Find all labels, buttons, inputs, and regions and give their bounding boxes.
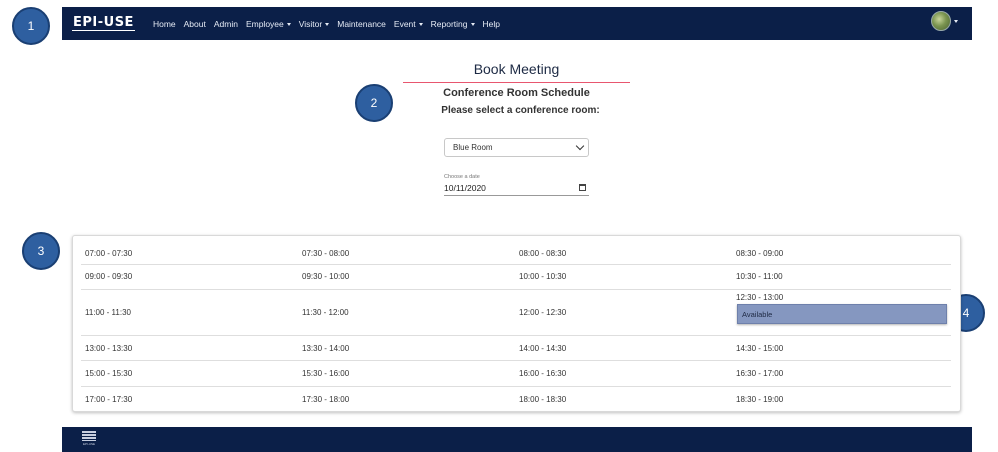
caret-down-icon [325, 22, 330, 26]
time-slot[interactable]: 12:00 - 12:30 [519, 308, 566, 317]
nav-item-maintenance[interactable]: Maintenance [337, 19, 386, 29]
user-avatar-icon[interactable] [931, 11, 951, 31]
table-row: 07:00 - 07:30 07:30 - 08:00 08:00 - 08:3… [81, 240, 951, 265]
time-slot[interactable]: 11:00 - 11:30 [85, 308, 131, 317]
time-slot[interactable]: 09:00 - 09:30 [85, 272, 132, 281]
page-title: Book Meeting [473, 61, 560, 77]
time-slot[interactable]: 14:30 - 15:00 [736, 344, 783, 353]
caret-down-icon [470, 22, 475, 26]
nav-item-event[interactable]: Event [394, 19, 423, 29]
time-slot[interactable]: 08:00 - 08:30 [519, 249, 566, 258]
table-row: 13:00 - 13:30 13:30 - 14:00 14:00 - 14:3… [81, 336, 951, 361]
time-slot[interactable]: 16:00 - 16:30 [519, 369, 566, 378]
time-slot[interactable]: 15:30 - 16:00 [302, 369, 349, 378]
caret-down-icon [286, 22, 291, 26]
nav-item-about[interactable]: About [184, 19, 206, 29]
availability-label: Available [742, 309, 773, 319]
schedule-table: 07:00 - 07:30 07:30 - 08:00 08:00 - 08:3… [72, 235, 961, 412]
time-slot[interactable]: 17:00 - 17:30 [85, 395, 132, 404]
time-slot[interactable]: 13:00 - 13:30 [85, 344, 132, 353]
time-slot[interactable]: 08:30 - 09:00 [736, 249, 783, 258]
footer-logo-text: EPI-USE [83, 442, 96, 446]
caret-down-icon [954, 19, 958, 23]
table-row: 15:00 - 15:30 15:30 - 16:00 16:00 - 16:3… [81, 361, 951, 387]
time-slot[interactable]: 17:30 - 18:00 [302, 395, 349, 404]
time-slot[interactable]: 07:00 - 07:30 [85, 249, 132, 258]
time-slot[interactable]: 15:00 - 15:30 [85, 369, 132, 378]
time-slot[interactable]: 10:30 - 11:00 [736, 272, 783, 281]
time-slot[interactable]: 18:30 - 19:00 [736, 395, 783, 404]
time-slot[interactable]: 09:30 - 10:00 [302, 272, 349, 281]
page-footer: EPI-USE [62, 427, 972, 452]
time-slot[interactable]: 18:00 - 18:30 [519, 395, 566, 404]
schedule-subtitle: Conference Room Schedule [443, 87, 590, 99]
caret-down-icon [418, 22, 423, 26]
time-slot[interactable]: 13:30 - 14:00 [302, 344, 349, 353]
table-row: 09:00 - 09:30 09:30 - 10:00 10:00 - 10:3… [81, 265, 951, 290]
table-row: 17:00 - 17:30 17:30 - 18:00 18:00 - 18:3… [81, 387, 951, 412]
top-navbar: EPI-USE Home About Admin Employee Visito… [62, 7, 972, 40]
app-page: EPI-USE Home About Admin Employee Visito… [0, 0, 998, 452]
annotation-badge-2: 2 [355, 84, 393, 122]
time-slot-active[interactable]: 12:30 - 13:00 [736, 293, 783, 302]
title-divider [403, 82, 630, 83]
chevron-down-icon [575, 141, 585, 151]
nav-item-reporting[interactable]: Reporting [431, 19, 475, 29]
table-row: 11:00 - 11:30 11:30 - 12:00 12:00 - 12:3… [81, 290, 951, 336]
date-value: 10/11/2020 [444, 183, 486, 193]
date-label: Choose a date [444, 174, 480, 180]
user-menu[interactable] [931, 11, 958, 31]
time-slot[interactable]: 07:30 - 08:00 [302, 249, 349, 258]
date-input[interactable]: 10/11/2020 [444, 181, 589, 196]
room-select[interactable]: Blue Room [444, 138, 589, 157]
room-prompt: Please select a conference room: [441, 105, 600, 116]
footer-logo-icon [82, 431, 96, 441]
time-slot[interactable]: 16:30 - 17:00 [736, 369, 783, 378]
availability-popup: Available [737, 304, 947, 324]
nav-item-employee[interactable]: Employee [246, 19, 291, 29]
room-select-value: Blue Room [453, 143, 493, 152]
nav-item-help[interactable]: Help [483, 19, 500, 29]
time-slot[interactable]: 14:00 - 14:30 [519, 344, 566, 353]
brand-logo[interactable]: EPI-USE [72, 16, 135, 31]
annotation-badge-3: 3 [22, 232, 60, 270]
time-slot[interactable]: 10:00 - 10:30 [519, 272, 566, 281]
time-slot[interactable]: 11:30 - 12:00 [302, 308, 349, 317]
calendar-icon[interactable] [579, 184, 586, 191]
nav-menu: Home About Admin Employee Visitor Mainte… [153, 19, 500, 29]
nav-item-visitor[interactable]: Visitor [299, 19, 330, 29]
annotation-badge-1: 1 [12, 7, 50, 45]
nav-item-admin[interactable]: Admin [214, 19, 238, 29]
nav-item-home[interactable]: Home [153, 19, 176, 29]
